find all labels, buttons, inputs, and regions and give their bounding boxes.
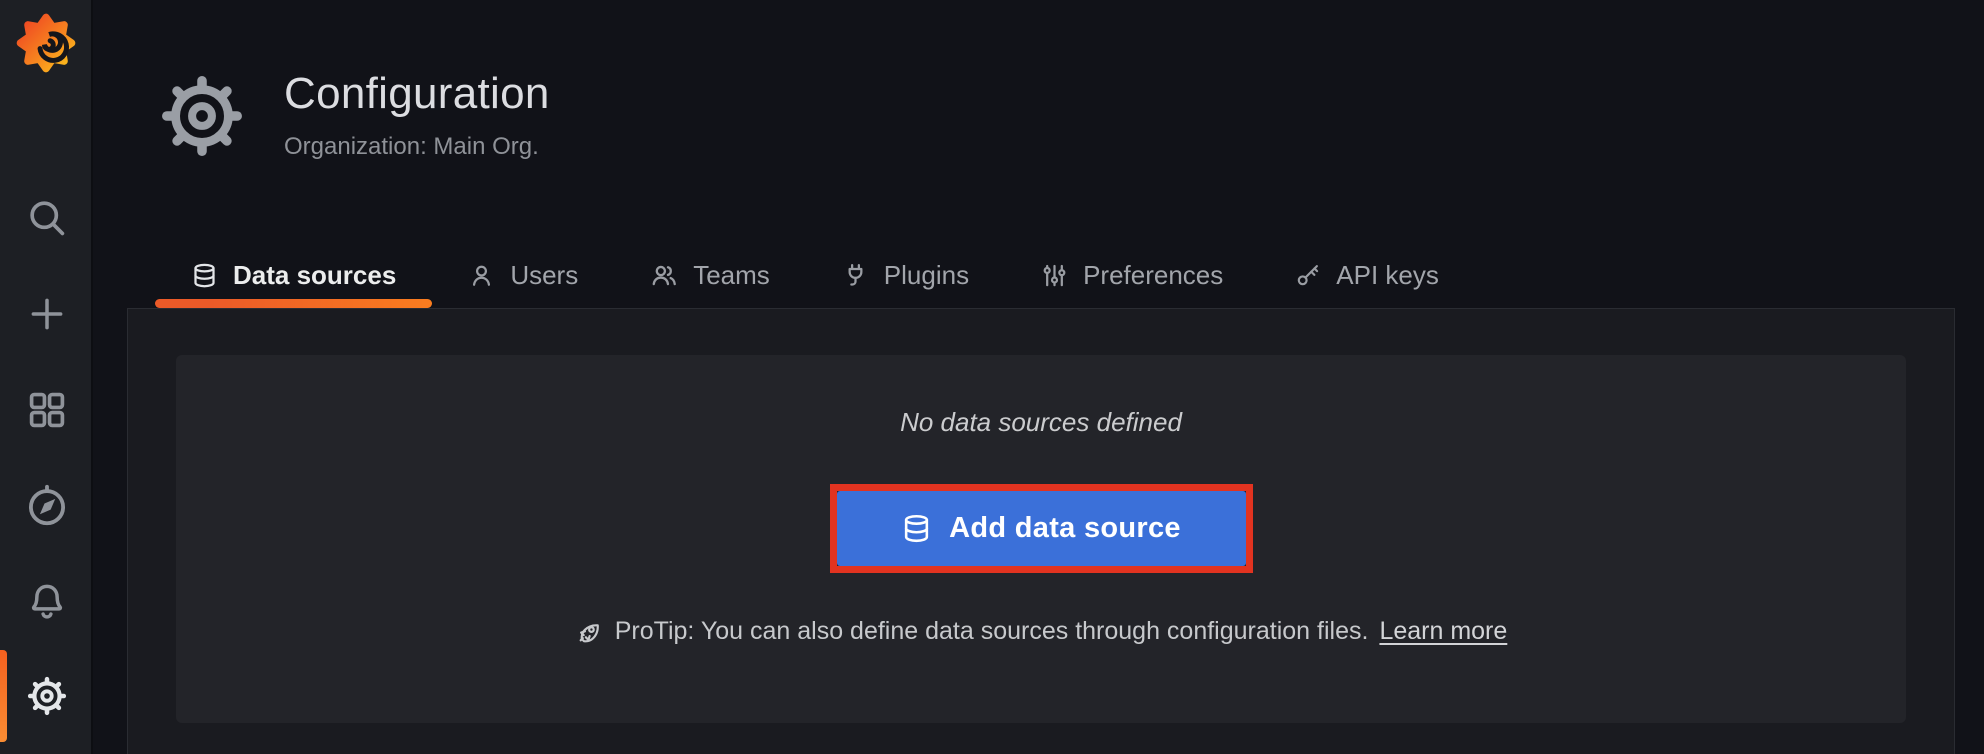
user-icon bbox=[468, 262, 495, 289]
page-title: Configuration bbox=[284, 68, 550, 121]
tab-label: Teams bbox=[693, 260, 770, 291]
sidebar-item-create[interactable] bbox=[0, 266, 93, 362]
sidebar-item-dashboards[interactable] bbox=[0, 362, 93, 458]
tab-content-container: No data sources defined Add data source … bbox=[127, 308, 1955, 754]
sliders-icon bbox=[1041, 262, 1068, 289]
active-tab-underline bbox=[155, 299, 432, 308]
tab-label: Preferences bbox=[1083, 260, 1223, 291]
protip-text: ProTip: You can also define data sources… bbox=[615, 617, 1369, 646]
search-icon bbox=[25, 196, 69, 240]
database-icon bbox=[901, 513, 932, 544]
tab-users[interactable]: Users bbox=[432, 246, 614, 304]
dashboards-grid-icon bbox=[25, 388, 69, 432]
gear-configuration-icon bbox=[26, 675, 68, 717]
empty-datasources-panel: No data sources defined Add data source … bbox=[176, 355, 1906, 723]
page-subtitle: Organization: Main Org. bbox=[284, 133, 550, 161]
page-header: Configuration Organization: Main Org. bbox=[158, 68, 550, 161]
tab-teams[interactable]: Teams bbox=[614, 246, 806, 304]
tab-plugins[interactable]: Plugins bbox=[806, 246, 1005, 304]
sidebar-item-search[interactable] bbox=[0, 170, 93, 266]
users-icon bbox=[650, 261, 678, 289]
plus-icon bbox=[26, 293, 68, 335]
tab-preferences[interactable]: Preferences bbox=[1005, 246, 1259, 304]
tab-label: API keys bbox=[1336, 260, 1439, 291]
gear-icon bbox=[158, 72, 246, 160]
sidebar-item-configuration[interactable] bbox=[0, 648, 93, 744]
grafana-logo[interactable] bbox=[13, 10, 79, 76]
empty-state-message: No data sources defined bbox=[900, 407, 1182, 438]
rocket-icon bbox=[575, 617, 604, 646]
sidebar bbox=[0, 0, 93, 754]
tab-data-sources[interactable]: Data sources bbox=[155, 246, 432, 304]
sidebar-item-alerting[interactable] bbox=[0, 554, 93, 650]
add-data-source-label: Add data source bbox=[949, 512, 1181, 545]
tab-label: Plugins bbox=[884, 260, 969, 291]
bell-alerting-icon bbox=[26, 581, 68, 623]
sidebar-item-explore[interactable] bbox=[0, 458, 93, 554]
plug-icon bbox=[842, 262, 869, 289]
add-data-source-button[interactable]: Add data source bbox=[837, 491, 1246, 566]
active-section-indicator bbox=[0, 650, 7, 742]
key-icon bbox=[1295, 262, 1321, 288]
database-icon bbox=[191, 262, 218, 289]
learn-more-link[interactable]: Learn more bbox=[1379, 617, 1507, 646]
compass-explore-icon bbox=[24, 483, 70, 529]
tab-label: Users bbox=[510, 260, 578, 291]
tab-label: Data sources bbox=[233, 260, 396, 291]
tab-api-keys[interactable]: API keys bbox=[1259, 246, 1475, 304]
annotation-highlight-box: Add data source bbox=[830, 484, 1253, 573]
protip-row: ProTip: You can also define data sources… bbox=[575, 617, 1508, 646]
tab-bar: Data sources Users Teams Plugins Prefere… bbox=[155, 246, 1475, 304]
